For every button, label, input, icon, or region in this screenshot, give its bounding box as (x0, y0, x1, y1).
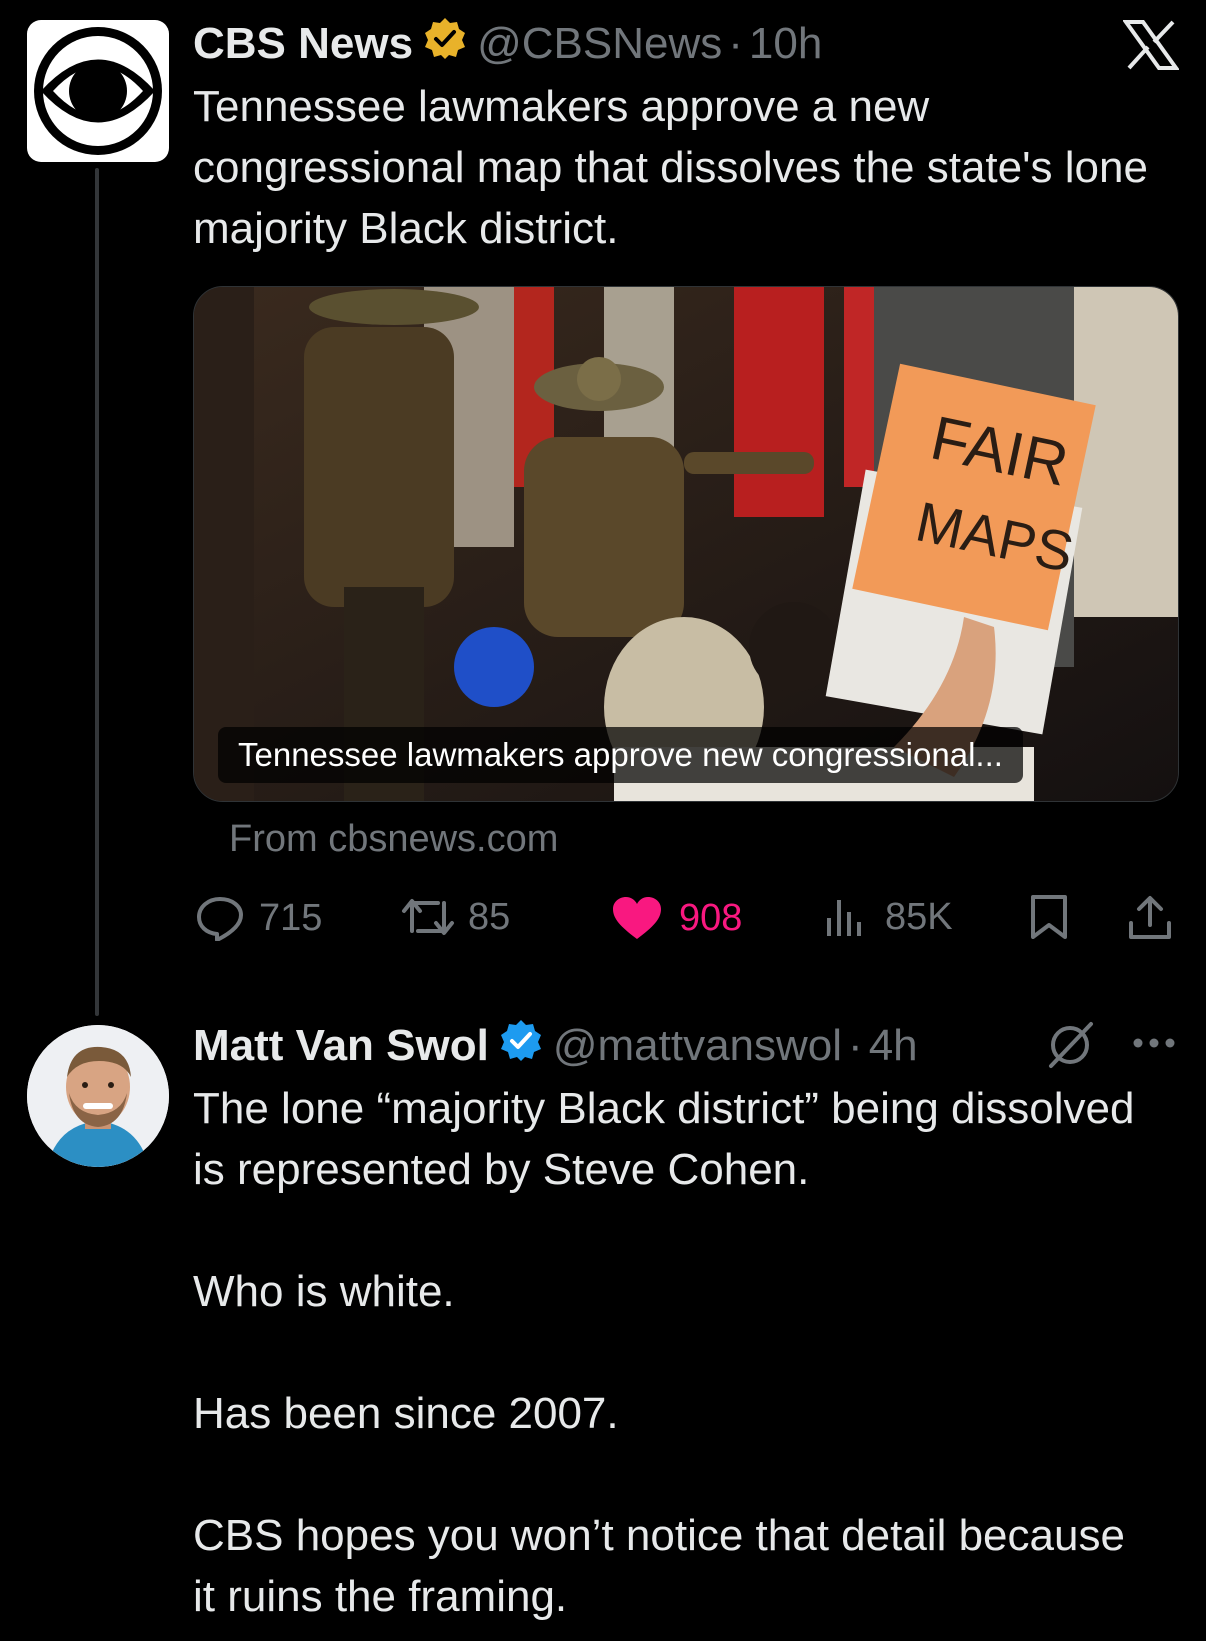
views-button[interactable]: 85K (823, 895, 953, 939)
bookmark-button[interactable] (1029, 895, 1069, 939)
view-count: 85K (885, 896, 953, 938)
views-chart-icon (827, 900, 861, 936)
retweet-count: 85 (468, 896, 511, 938)
tweet-header: CBS News @CBSNews · 10h (193, 16, 822, 72)
cbs-eye-logo-icon (34, 27, 162, 155)
author-handle[interactable]: @mattvanswol (553, 1020, 842, 1072)
link-card[interactable]: FAIR MAPS Tennessee lawmakers approve ne… (193, 286, 1179, 802)
profile-photo (27, 1025, 169, 1167)
like-button[interactable]: 908 (611, 895, 742, 941)
more-options-icon[interactable] (1132, 1036, 1176, 1055)
avatar[interactable] (27, 20, 169, 162)
bookmark-icon (1031, 895, 1067, 939)
reply-text: The lone “majority Black district” being… (193, 1084, 1135, 1621)
reply-count: 715 (259, 897, 323, 939)
x-logo-icon[interactable] (1122, 20, 1180, 70)
avatar[interactable] (27, 1025, 169, 1167)
tweet-text: Tennessee lawmakers approve a new congre… (193, 82, 1148, 253)
retweet-button[interactable]: 85 (400, 895, 510, 939)
reply-header: Matt Van Swol @mattvanswol · 4h (193, 1018, 918, 1074)
verified-blue-badge-icon (499, 1018, 543, 1074)
thread-connector-line (95, 168, 99, 1016)
heart-filled-icon (613, 897, 661, 939)
grok-icon[interactable] (1045, 1020, 1095, 1075)
verified-gold-badge-icon (423, 16, 467, 72)
news-photo: FAIR MAPS (194, 287, 1178, 801)
retweet-icon (402, 899, 454, 935)
separator-dot: · (728, 19, 743, 68)
author-name[interactable]: CBS News (193, 18, 413, 70)
reply-button[interactable]: 715 (195, 895, 322, 941)
card-source[interactable]: From cbsnews.com (229, 812, 558, 866)
author-handle[interactable]: @CBSNews (477, 18, 722, 70)
timestamp[interactable]: 10h (749, 18, 822, 70)
share-button[interactable] (1127, 895, 1173, 941)
separator-dot: · (848, 1021, 863, 1070)
like-count: 908 (679, 897, 743, 939)
share-icon (1129, 896, 1171, 939)
card-caption: Tennessee lawmakers approve new congress… (218, 727, 1023, 783)
reply-icon (197, 897, 243, 941)
timestamp[interactable]: 4h (869, 1020, 918, 1072)
author-name[interactable]: Matt Van Swol (193, 1020, 489, 1072)
